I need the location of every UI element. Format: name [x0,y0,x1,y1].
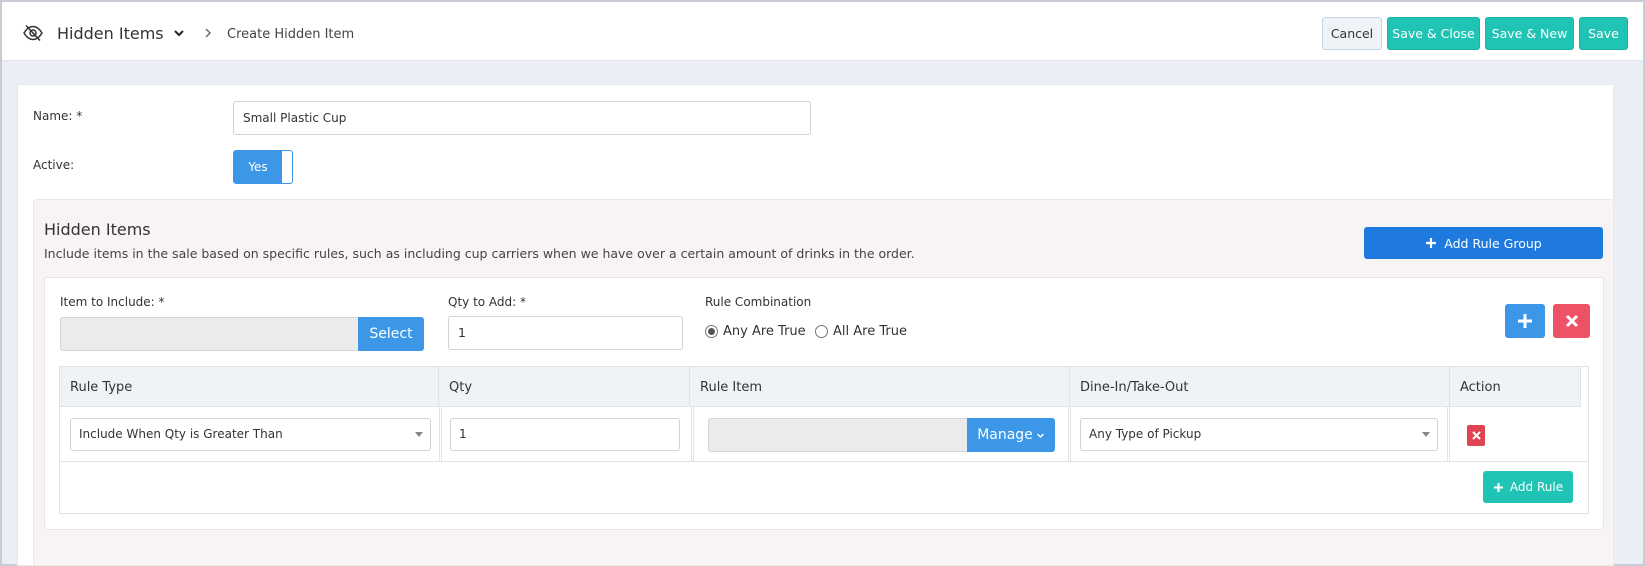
column-header-rule-type: Rule Type [60,367,439,407]
dine-in-take-out-value: Any Type of Pickup [1089,427,1202,441]
add-rule-label: Add Rule [1509,480,1564,494]
chevron-down-icon[interactable] [172,26,186,40]
page-title: Hidden Items [57,24,164,43]
name-label: Name: * [33,109,83,123]
add-group-row-button[interactable] [1505,304,1545,338]
delete-rule-button[interactable] [1467,425,1485,446]
qty-to-add-label: Qty to Add: * [448,295,527,309]
panel-description: Include items in the sale based on speci… [44,246,915,261]
plus-icon [1426,238,1437,248]
active-toggle-label: Yes [234,151,282,183]
manage-label: Manage [977,427,1033,443]
plus-icon [1518,314,1532,328]
caret-down-icon [415,432,423,437]
close-icon [1565,314,1578,328]
panel-title: Hidden Items [44,220,151,239]
qty-to-add-input[interactable]: 1 [448,316,683,350]
column-header-qty: Qty [439,367,690,407]
radio-label: All Are True [833,324,907,339]
column-header-rule-item: Rule Item [690,367,1070,407]
save-close-button[interactable]: Save & Close [1387,17,1480,50]
column-divider [439,407,442,462]
active-label: Active: [33,158,75,172]
breadcrumb: Create Hidden Item [227,27,355,42]
column-header-dine-in-take-out: Dine-In/Take-Out [1070,367,1450,407]
eye-slash-icon [23,24,43,42]
rule-type-value: Include When Qty is Greater Than [79,427,283,441]
rule-item-field[interactable] [708,418,968,452]
close-icon [1471,431,1481,440]
remove-group-button[interactable] [1553,304,1590,338]
save-button[interactable]: Save [1579,17,1628,50]
caret-down-icon [1422,432,1430,437]
item-to-include-label: Item to Include: * [60,295,165,309]
radio-any-are-true[interactable]: Any Are True [705,324,806,339]
rule-qty-input[interactable]: 1 [450,418,680,451]
radio-dot [815,325,828,338]
plus-icon [1493,482,1503,492]
add-rule-button[interactable]: Add Rule [1483,471,1573,503]
column-divider [1447,407,1450,462]
item-to-include-field[interactable] [60,317,359,351]
active-toggle[interactable]: Yes [233,150,293,184]
select-button[interactable]: Select [358,317,424,351]
radio-all-are-true[interactable]: All Are True [815,324,907,339]
cancel-button[interactable]: Cancel [1322,17,1382,50]
add-rule-group-button[interactable]: Add Rule Group [1364,227,1603,259]
rule-type-select[interactable]: Include When Qty is Greater Than [70,418,431,451]
radio-label: Any Are True [723,324,806,339]
rule-combination-label: Rule Combination [705,295,812,309]
dine-in-take-out-select[interactable]: Any Type of Pickup [1080,418,1438,451]
name-input[interactable]: Small Plastic Cup [233,101,811,135]
column-header-action: Action [1450,367,1581,407]
table-row: Include When Qty is Greater Than 1 Manag… [60,407,1588,462]
column-divider [691,407,694,462]
table-header: Rule Type Qty Rule Item Dine-In/Take-Out… [60,367,1581,407]
column-divider [1068,407,1071,462]
manage-button[interactable]: Manage [967,418,1055,452]
add-rule-group-label: Add Rule Group [1444,235,1542,251]
chevron-right-icon [205,28,211,38]
chevron-down-icon [1036,432,1044,438]
rules-table: Rule Type Qty Rule Item Dine-In/Take-Out… [59,366,1589,514]
radio-dot-selected [705,325,718,338]
save-new-button[interactable]: Save & New [1485,17,1574,50]
